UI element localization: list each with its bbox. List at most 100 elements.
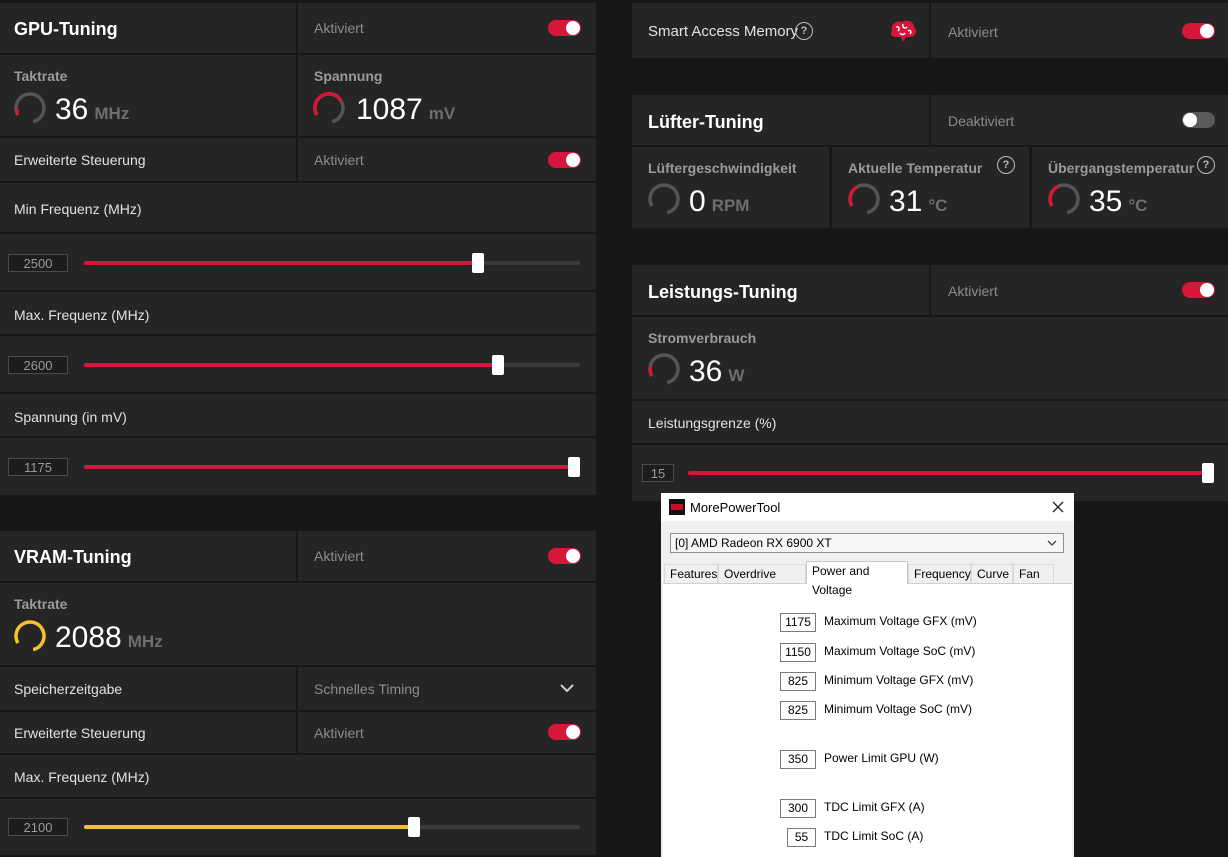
gpu-max-freq-slider-row: 2600 — [0, 336, 596, 392]
fan-junction-value: 35 — [1089, 185, 1123, 218]
vram-timing-label: Speicherzeitgabe — [14, 681, 123, 697]
gpu-min-freq-input[interactable]: 2500 — [8, 254, 68, 272]
fan-temp-label: Aktuelle Temperatur — [848, 160, 983, 176]
fan-temp-gauge-icon — [848, 183, 880, 215]
vram-advanced-status-cell: Aktiviert — [298, 712, 596, 753]
power-tuning-toggle[interactable] — [1182, 282, 1215, 298]
help-icon[interactable]: ? — [1197, 156, 1215, 174]
vram-clock-value: 2088 — [55, 621, 122, 654]
gpu-voltage-value: 1087 — [356, 93, 423, 126]
vram-max-freq-label: Max. Frequenz (MHz) — [14, 769, 150, 785]
tab-curve[interactable]: Curve — [971, 564, 1013, 583]
vram-max-freq-input[interactable]: 2100 — [8, 818, 68, 836]
gpu-voltage-unit: mV — [428, 104, 456, 123]
slider-fill — [84, 261, 478, 265]
toggle-knob — [1200, 283, 1214, 297]
tab-overdrive-limits[interactable]: Overdrive Limits — [718, 564, 806, 600]
vram-tuning-toggle[interactable] — [548, 548, 581, 564]
gpu-clock-label: Taktrate — [14, 68, 68, 84]
gpu-clock-value: 36 — [55, 93, 89, 126]
gpu-max-freq-label: Max. Frequenz (MHz) — [14, 307, 150, 323]
min-voltage-soc-input[interactable]: 825 — [780, 701, 816, 720]
tdc-limit-soc-input[interactable]: 55 — [787, 828, 816, 847]
help-icon[interactable]: ? — [997, 156, 1015, 174]
mpt-power-voltage-page: 1175 Maximum Voltage GFX (mV) 1150 Maxim… — [663, 583, 1072, 857]
fan-junction-readout: 35 °C — [1089, 185, 1147, 219]
vram-max-freq-label-row: Max. Frequenz (MHz) — [0, 755, 596, 797]
vram-tuning-title: VRAM-Tuning — [14, 547, 132, 567]
close-icon[interactable] — [1052, 501, 1064, 513]
help-icon[interactable]: ? — [795, 22, 813, 40]
gpu-advanced-toggle[interactable] — [548, 152, 581, 168]
max-voltage-soc-input[interactable]: 1150 — [780, 643, 816, 662]
fan-temp-unit: °C — [928, 196, 948, 215]
gpu-min-freq-slider-row: 2500 — [0, 234, 596, 290]
power-tuning-status-cell: Aktiviert — [931, 265, 1228, 315]
sam-label-cell: Smart Access Memory ? — [632, 3, 929, 58]
toggle-knob — [566, 549, 580, 563]
max-voltage-gfx-input[interactable]: 1175 — [780, 613, 816, 632]
power-tuning-title: Leistungs-Tuning — [648, 282, 798, 302]
power-limit-input[interactable]: 15 — [642, 464, 674, 482]
fan-tuning-toggle[interactable] — [1182, 112, 1215, 128]
gpu-tuning-toggle[interactable] — [548, 20, 581, 36]
gpu-max-freq-input[interactable]: 2600 — [8, 356, 68, 374]
tdc-limit-gfx-input[interactable]: 300 — [780, 799, 816, 818]
vram-timing-row: Speicherzeitgabe — [0, 667, 296, 710]
mpt-device-select[interactable]: [0] AMD Radeon RX 6900 XT — [670, 533, 1064, 553]
power-draw-value: 36 — [689, 355, 723, 388]
fan-speed-readout: 0 RPM — [689, 185, 749, 219]
slider-handle[interactable] — [472, 253, 484, 273]
power-limit-label: Leistungsgrenze (%) — [648, 415, 777, 431]
vram-timing-dropdown[interactable]: Schnelles Timing — [298, 667, 596, 710]
gpu-max-freq-label-row: Max. Frequenz (MHz) — [0, 292, 596, 334]
vram-advanced-toggle[interactable] — [548, 724, 581, 740]
slider-handle[interactable] — [568, 457, 580, 477]
gpu-advanced-status-cell: Aktiviert — [298, 138, 596, 181]
min-voltage-gfx-input[interactable]: 825 — [780, 672, 816, 691]
fan-temp-readout: 31 °C — [889, 185, 947, 219]
brain-icon — [891, 20, 917, 42]
slider-handle[interactable] — [492, 355, 504, 375]
vram-clock-readout: 2088 MHz — [55, 621, 163, 655]
tab-fan[interactable]: Fan — [1013, 564, 1054, 583]
mpt-device-value: [0] AMD Radeon RX 6900 XT — [675, 536, 832, 550]
vram-advanced-label: Erweiterte Steuerung — [14, 725, 146, 741]
gpu-clock-gauge-icon — [14, 92, 46, 124]
gpu-voltage-readout: 1087 mV — [356, 93, 455, 127]
gpu-min-freq-slider[interactable] — [84, 253, 580, 273]
gpu-voltage-input[interactable]: 1175 — [8, 458, 68, 476]
vram-max-freq-slider[interactable] — [84, 817, 580, 837]
tab-features[interactable]: Features — [664, 564, 718, 583]
power-limit-gpu-label: Power Limit GPU (W) — [824, 751, 939, 765]
power-draw-unit: W — [728, 366, 745, 385]
vram-clock-gauge-icon — [14, 620, 46, 652]
tab-power-and-voltage[interactable]: Power and Voltage — [806, 561, 908, 597]
slider-fill — [84, 465, 580, 469]
power-draw-metric: Stromverbrauch 36 W — [632, 317, 1228, 399]
tab-frequency[interactable]: Frequency — [908, 564, 971, 583]
vram-clock-metric: Taktrate 2088 MHz — [0, 583, 596, 665]
slider-handle[interactable] — [1202, 463, 1214, 483]
power-limit-gpu-input[interactable]: 350 — [780, 750, 816, 769]
toggle-knob — [1200, 24, 1214, 38]
power-limit-label-row: Leistungsgrenze (%) — [632, 401, 1228, 443]
fan-junction-gauge-icon — [1048, 183, 1080, 215]
gpu-tuning-title: GPU-Tuning — [14, 19, 118, 39]
sam-toggle[interactable] — [1182, 23, 1215, 39]
vram-tuning-status-cell: Aktiviert — [298, 531, 596, 581]
morepowertool-window: MorePowerTool [0] AMD Radeon RX 6900 XT … — [661, 493, 1074, 857]
gpu-tuning-status-cell: Aktiviert — [298, 3, 596, 53]
gpu-voltage-slider[interactable] — [84, 457, 580, 477]
gpu-min-freq-label-row: Min Frequenz (MHz) — [0, 183, 596, 232]
gpu-max-freq-slider[interactable] — [84, 355, 580, 375]
fan-junction-metric: Übergangstemperatur ? 35 °C — [1032, 147, 1228, 228]
tdc-limit-gfx-label: TDC Limit GFX (A) — [824, 800, 925, 814]
app-logo-icon — [669, 499, 685, 515]
power-limit-slider[interactable] — [688, 463, 1214, 483]
toggle-knob — [566, 153, 580, 167]
slider-handle[interactable] — [408, 817, 420, 837]
gpu-voltage-slider-row: 1175 — [0, 438, 596, 495]
vram-advanced-row: Erweiterte Steuerung — [0, 712, 296, 753]
gpu-advanced-row: Erweiterte Steuerung — [0, 138, 296, 181]
